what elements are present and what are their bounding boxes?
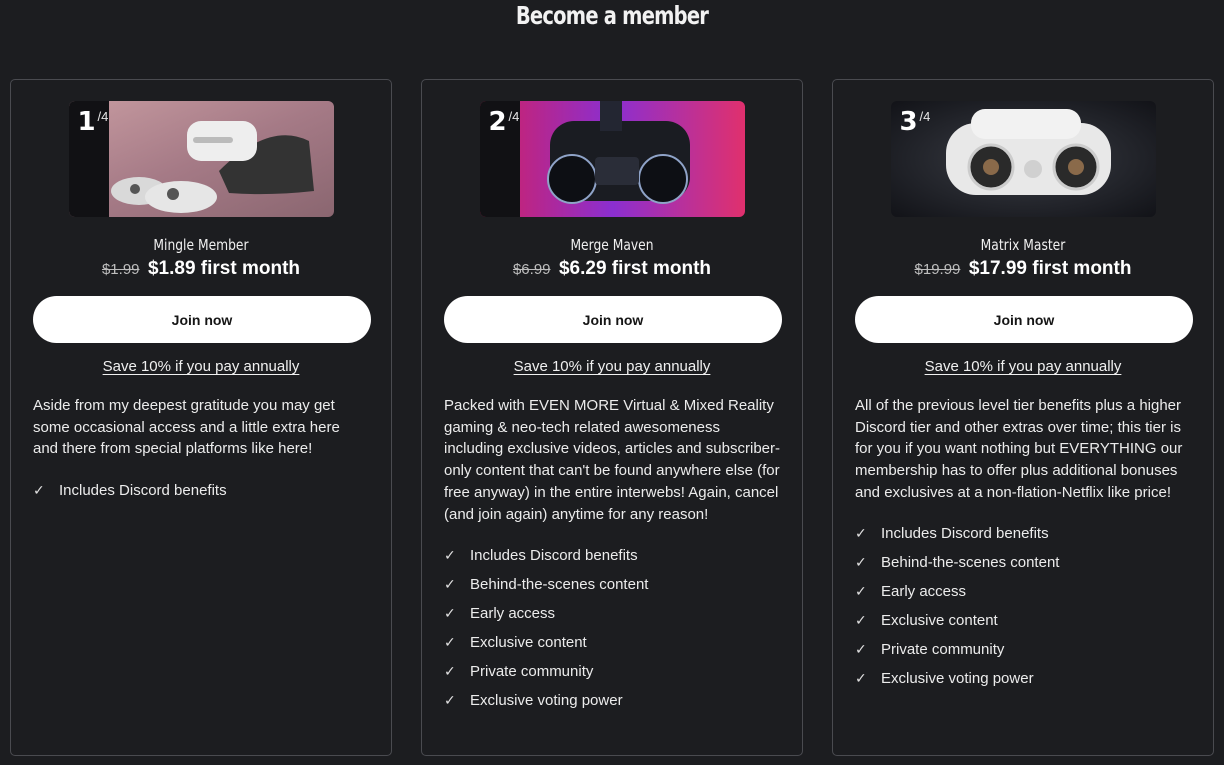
benefit-label: Early access	[470, 604, 556, 622]
benefit-item: ✓ Exclusive content	[444, 628, 780, 657]
benefit-label: Exclusive content	[881, 612, 998, 630]
join-button[interactable]: Join now	[855, 296, 1193, 343]
benefit-item: ✓ Includes Discord benefits	[33, 476, 369, 505]
benefit-label: Exclusive voting power	[470, 691, 623, 709]
benefit-item: ✓ Exclusive voting power	[444, 686, 780, 715]
discount-price: $1.89 first month	[147, 258, 301, 279]
tier-image: 3 /4	[890, 101, 1156, 217]
benefit-list: ✓ Includes Discord benefits	[33, 476, 369, 505]
tier-count: /4	[508, 109, 520, 124]
tier-number: 2	[488, 107, 507, 137]
tier-image: 1 /4	[68, 101, 334, 217]
check-icon: ✓	[33, 482, 45, 499]
check-icon: ✓	[855, 554, 867, 571]
original-price: $6.99	[512, 261, 551, 278]
benefit-item: ✓ Private community	[855, 635, 1191, 664]
benefit-label: Behind-the-scenes content	[881, 554, 1060, 572]
tier-list: 1 /4 Mingle Member $1.99 $1.89 first mon…	[10, 79, 1214, 756]
benefit-label: Behind-the-scenes content	[470, 576, 649, 594]
price: $6.99 $6.29 first month	[444, 258, 780, 280]
annual-savings-link[interactable]: Save 10% if you pay annually	[33, 358, 369, 375]
price: $19.99 $17.99 first month	[855, 258, 1191, 280]
benefit-list: ✓ Includes Discord benefits ✓ Behind-the-s…	[855, 520, 1191, 693]
tier-card-merge-maven: 2 /4 Merge Maven $6.99 $6.29 first month…	[421, 79, 803, 756]
benefit-label: Includes Discord benefits	[881, 525, 1049, 543]
original-price: $19.99	[914, 261, 961, 278]
benefit-item: ✓ Exclusive content	[855, 606, 1191, 635]
benefit-item: ✓ Behind-the-scenes content	[855, 548, 1191, 577]
check-icon: ✓	[444, 576, 456, 593]
check-icon: ✓	[855, 669, 867, 686]
price: $1.99 $1.89 first month	[33, 258, 369, 280]
benefit-label: Private community	[470, 662, 594, 680]
join-button[interactable]: Join now	[444, 296, 782, 343]
tier-card-mingle-member: 1 /4 Mingle Member $1.99 $1.89 first mon…	[10, 79, 392, 756]
tier-card-matrix-master: 3 /4 Matrix Master $19.99 $17.99 first m…	[832, 79, 1214, 756]
benefit-item: ✓ Exclusive voting power	[855, 664, 1191, 693]
tier-number: 1	[77, 107, 96, 137]
original-price: $1.99	[101, 261, 140, 278]
benefit-item: ✓ Early access	[855, 577, 1191, 606]
benefit-list: ✓ Includes Discord benefits ✓ Behind-the-s…	[444, 541, 780, 714]
tier-description: Aside from my deepest gratitude you may …	[33, 397, 340, 458]
check-icon: ✓	[444, 633, 456, 650]
check-icon: ✓	[855, 583, 867, 600]
discount-price: $6.29 first month	[558, 258, 712, 279]
tier-description: All of the previous level tier benefits …	[855, 397, 1183, 501]
tier-count: /4	[919, 109, 931, 124]
check-icon: ✓	[855, 612, 867, 629]
check-icon: ✓	[444, 547, 456, 564]
check-icon: ✓	[444, 604, 456, 621]
benefit-label: Includes Discord benefits	[59, 482, 227, 500]
benefit-label: Exclusive voting power	[881, 669, 1034, 687]
tier-name: Mingle Member	[153, 236, 249, 254]
join-button[interactable]: Join now	[33, 296, 371, 343]
benefit-label: Exclusive content	[470, 633, 587, 651]
check-icon: ✓	[855, 641, 867, 658]
tier-image: 2 /4	[479, 101, 745, 217]
benefit-item: ✓ Includes Discord benefits	[444, 541, 780, 570]
benefit-item: ✓ Early access	[444, 599, 780, 628]
benefit-item: ✓ Private community	[444, 657, 780, 686]
annual-savings-link[interactable]: Save 10% if you pay annually	[444, 358, 780, 375]
annual-savings-link[interactable]: Save 10% if you pay annually	[855, 358, 1191, 375]
tier-number: 3	[899, 107, 918, 137]
tier-name: Matrix Master	[980, 236, 1066, 254]
tier-name: Merge Maven	[570, 236, 654, 254]
benefit-label: Private community	[881, 641, 1005, 659]
discount-price: $17.99 first month	[968, 258, 1132, 279]
benefit-label: Includes Discord benefits	[470, 547, 638, 565]
benefit-item: ✓ Behind-the-scenes content	[444, 570, 780, 599]
tier-count: /4	[97, 109, 109, 124]
benefit-item: ✓ Includes Discord benefits	[855, 520, 1191, 549]
check-icon: ✓	[444, 691, 456, 708]
benefit-label: Early access	[881, 583, 967, 601]
page-title: Become a member	[515, 1, 709, 30]
check-icon: ✓	[444, 662, 456, 679]
check-icon: ✓	[855, 525, 867, 542]
tier-description: Packed with EVEN MORE Virtual & Mixed Re…	[444, 397, 780, 523]
